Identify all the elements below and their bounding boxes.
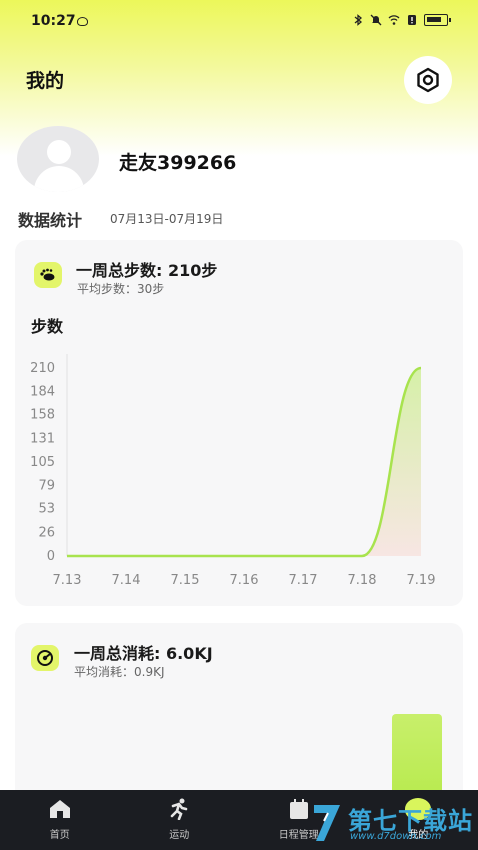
nav-home[interactable]: 首页 [0,790,120,850]
watermark-logo [314,805,340,841]
settings-icon [417,67,439,93]
steps-chart-title: 步数 [31,317,64,336]
y-tick-label: 79 [38,478,55,493]
energy-icon [31,645,59,671]
energy-card-subtitle: 平均消耗：0.9KJ [74,665,165,679]
battery-icon [424,14,451,26]
steps-chart: 0 26 53 79 105 131 158 184 210 7.13 7.14 7.15 7.16 7.… [30,354,436,588]
stats-section-title: 数据统计 [18,211,83,230]
watermark-url: www.d7down.com [350,831,442,842]
y-tick-label: 53 [38,502,55,517]
y-tick-label: 158 [30,408,55,423]
x-tick-label: 7.19 [407,573,436,588]
settings-button[interactable] [404,56,452,104]
y-tick-label: 26 [38,526,55,541]
nav-exercise-label: 运动 [169,830,190,841]
y-tick-label: 105 [30,455,55,470]
energy-card: 一周总消耗: 6.0KJ 平均消耗：0.9KJ [15,623,463,804]
status-bar: 10:27 [0,0,478,46]
y-tick-label: 0 [47,549,55,564]
status-time: 10:27 [31,13,76,29]
y-tick-label: 210 [30,361,55,376]
watermark: 第七下载站 www.d7down.com [300,797,478,850]
footprint-icon [34,262,62,288]
steps-area-fill [67,368,421,556]
nav-exercise[interactable]: 运动 [120,790,240,850]
steps-card: 一周总步数: 210步 平均步数：30步 步数 0 26 53 79 105 131 158… [15,240,463,606]
status-icons [352,14,451,26]
avatar-head [47,140,71,164]
steps-card-subtitle: 平均步数：30步 [77,282,165,296]
running-icon [166,798,192,820]
nav-home-label: 首页 [49,830,70,841]
steps-card-title: 一周总步数: 210步 [76,261,218,280]
x-tick-label: 7.15 [171,573,200,588]
energy-card-title: 一周总消耗: 6.0KJ [74,644,213,663]
mute-icon [370,14,382,26]
y-tick-label: 131 [30,432,55,447]
avatar[interactable] [17,126,99,192]
username: 走友399266 [119,152,237,174]
x-tick-label: 7.17 [289,573,318,588]
avatar-body [34,166,84,192]
notification-icon [77,17,88,26]
stats-date-range[interactable]: 07月13日-07月19日 [110,210,223,227]
bluetooth-icon [354,14,363,26]
x-tick-label: 7.16 [230,573,259,588]
x-tick-label: 7.14 [112,573,141,588]
steps-series-line [66,366,422,558]
y-tick-label: 184 [30,384,55,399]
x-tick-label: 7.18 [348,573,377,588]
home-icon [47,798,73,820]
sim-alert-icon [408,15,416,25]
page-title: 我的 [26,70,65,92]
wifi-icon [388,15,400,25]
x-tick-label: 7.13 [53,573,82,588]
